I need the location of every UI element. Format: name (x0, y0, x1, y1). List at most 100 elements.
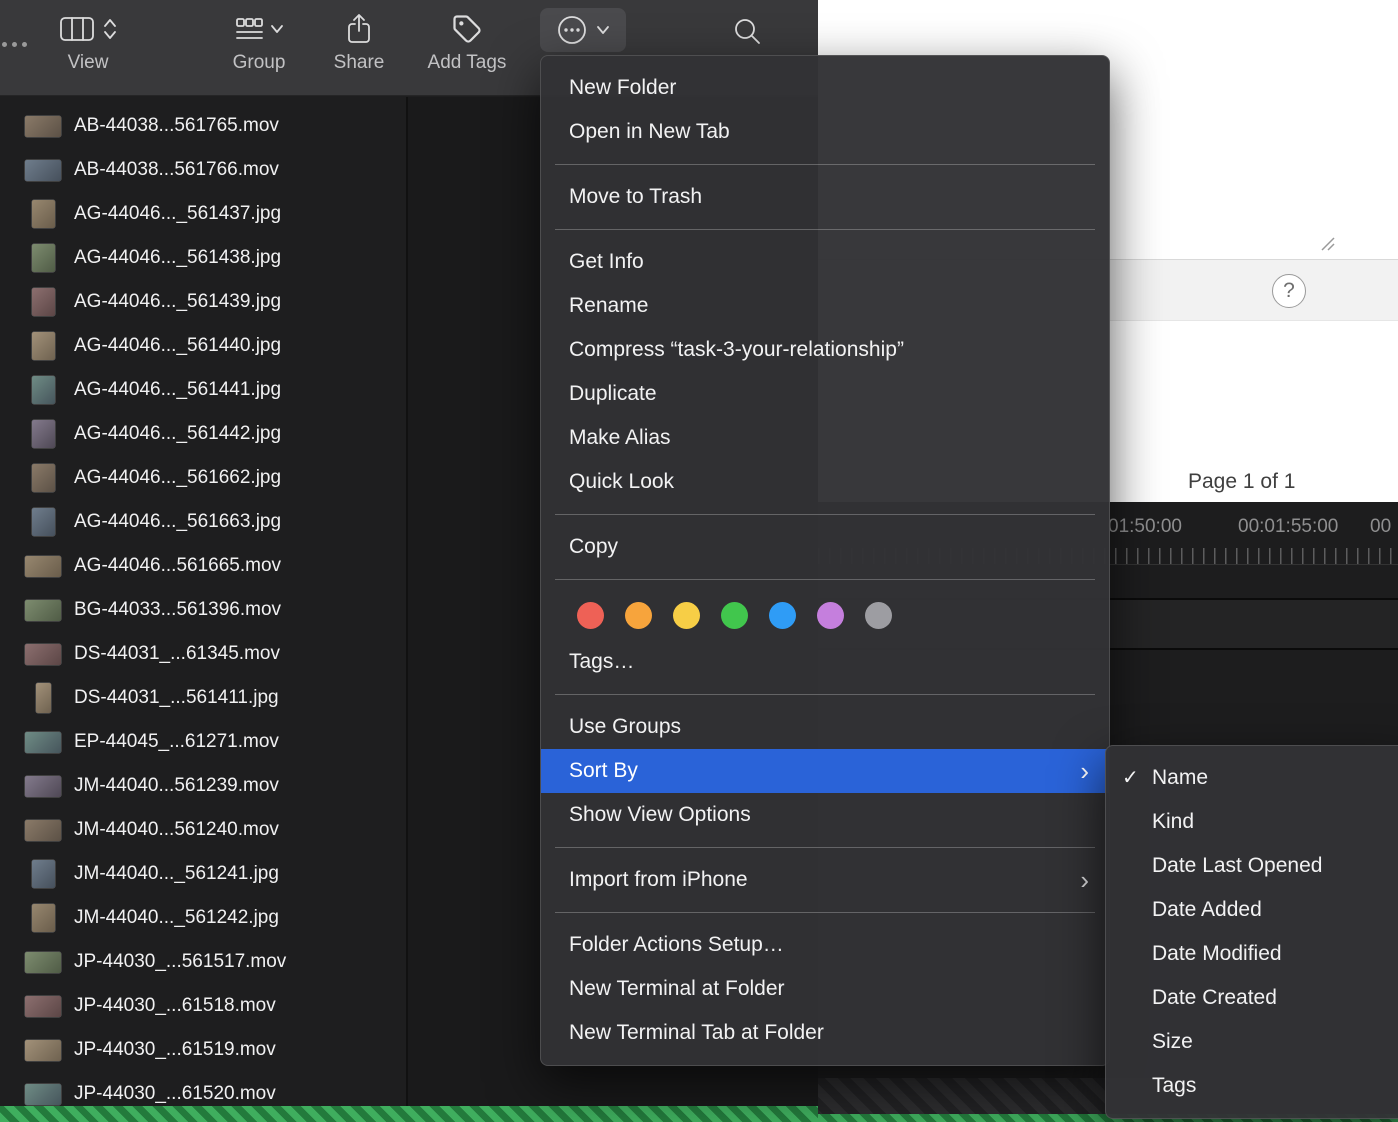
list-item[interactable]: AG-44046..._561439.jpg (0, 280, 406, 324)
submenu-item-date-added[interactable]: ✓Date Added (1106, 888, 1398, 932)
toolbar-search-button[interactable] (732, 16, 762, 51)
tag-color-purple[interactable] (817, 601, 844, 629)
menu-item-label: Show View Options (569, 803, 751, 826)
file-thumbnail-wrap (22, 683, 64, 713)
checkmark-icon: ✓ (1122, 767, 1139, 789)
submenu-item-date-created[interactable]: ✓Date Created (1106, 976, 1398, 1020)
menu-item-use-groups[interactable]: Use Groups (541, 705, 1109, 749)
list-item[interactable]: JP-44030_...61518.mov (0, 984, 406, 1028)
page-indicator: Page 1 of 1 (1188, 470, 1296, 493)
menu-item-make-alias[interactable]: Make Alias (541, 416, 1109, 460)
file-name: DS-44031_...561411.jpg (74, 687, 279, 708)
file-thumbnail (25, 599, 61, 621)
file-name: JM-44040..._561241.jpg (74, 863, 279, 884)
overflow-dots-icon[interactable] (2, 42, 27, 47)
list-item[interactable]: JM-44040..._561242.jpg (0, 896, 406, 940)
menu-item-label: Move to Trash (569, 185, 703, 208)
menu-item-duplicate[interactable]: Duplicate (541, 372, 1109, 416)
tag-color-green[interactable] (721, 601, 748, 629)
tag-color-gray[interactable] (865, 601, 892, 629)
list-item[interactable]: EP-44045_...61271.mov (0, 720, 406, 764)
toolbar-view-button[interactable]: View (48, 6, 128, 74)
menu-separator (555, 164, 1095, 165)
toolbar-more-actions-button[interactable] (540, 8, 626, 52)
file-name: BG-44033...561396.mov (74, 599, 282, 620)
submenu-item-date-last-opened[interactable]: ✓Date Last Opened (1106, 844, 1398, 888)
help-button[interactable]: ? (1272, 274, 1306, 308)
list-item[interactable]: AG-44046..._561437.jpg (0, 192, 406, 236)
list-item[interactable]: DS-44031_...61345.mov (0, 632, 406, 676)
list-item[interactable]: JP-44030_...561517.mov (0, 940, 406, 984)
file-thumbnail (25, 731, 61, 753)
list-item[interactable]: AG-44046..._561440.jpg (0, 324, 406, 368)
menu-item-compress-task-3-your-relationship[interactable]: Compress “task-3-your-relationship” (541, 328, 1109, 372)
toolbar-share-button[interactable]: Share (319, 6, 399, 74)
menu-item-open-in-new-tab[interactable]: Open in New Tab (541, 110, 1109, 154)
resize-corner-icon[interactable] (1318, 236, 1336, 252)
list-item[interactable]: BG-44033...561396.mov (0, 588, 406, 632)
toolbar-add-tags-button[interactable]: Add Tags (412, 6, 522, 74)
menu-item-get-info[interactable]: Get Info (541, 240, 1109, 284)
tag-icon (453, 15, 481, 43)
list-item[interactable]: JM-44040...561240.mov (0, 808, 406, 852)
menu-item-tags[interactable]: Tags… (541, 640, 1109, 684)
submenu-item-name[interactable]: ✓ Name (1106, 756, 1398, 800)
submenu-item-tags[interactable]: ✓Tags (1106, 1064, 1398, 1108)
file-thumbnail-wrap (22, 904, 64, 932)
file-thumbnail-wrap (22, 951, 64, 973)
list-item[interactable]: JP-44030_...61519.mov (0, 1028, 406, 1072)
file-name: JP-44030_...61520.mov (74, 1083, 276, 1104)
menu-item-sort-by[interactable]: Sort By › (541, 749, 1109, 793)
tag-color-red[interactable] (577, 601, 604, 629)
list-item[interactable]: JM-44040..._561241.jpg (0, 852, 406, 896)
menu-item-move-to-trash[interactable]: Move to Trash (541, 175, 1109, 219)
list-item[interactable]: AG-44046..._561441.jpg (0, 368, 406, 412)
submenu-arrow-icon: › (1080, 865, 1089, 895)
submenu-item-size[interactable]: ✓Size (1106, 1020, 1398, 1064)
file-thumbnail (31, 332, 55, 360)
file-thumbnail (31, 200, 55, 228)
file-name: AG-44046..._561438.jpg (74, 247, 282, 268)
tag-color-row (541, 590, 1109, 640)
menu-item-new-terminal-at-folder[interactable]: New Terminal at Folder (541, 967, 1109, 1011)
menu-item-label: Compress “task-3-your-relationship” (569, 338, 904, 361)
list-item[interactable]: JM-44040...561239.mov (0, 764, 406, 808)
menu-item-rename[interactable]: Rename (541, 284, 1109, 328)
menu-separator (555, 514, 1095, 515)
list-item[interactable]: AG-44046..._561438.jpg (0, 236, 406, 280)
list-item[interactable]: JP-44030_...61520.mov (0, 1072, 406, 1106)
list-item[interactable]: DS-44031_...561411.jpg (0, 676, 406, 720)
list-item[interactable]: AG-44046..._561662.jpg (0, 456, 406, 500)
list-item[interactable]: AB-44038...561766.mov (0, 148, 406, 192)
menu-item-label: Folder Actions Setup… (569, 933, 784, 956)
menu-item-quick-look[interactable]: Quick Look (541, 460, 1109, 504)
menu-item-copy[interactable]: Copy (541, 525, 1109, 569)
list-item[interactable]: AG-44046...561665.mov (0, 544, 406, 588)
submenu-item-kind[interactable]: ✓Kind (1106, 800, 1398, 844)
list-item[interactable]: AG-44046..._561663.jpg (0, 500, 406, 544)
tag-color-blue[interactable] (769, 601, 796, 629)
timecode-label: 00:01:55:00 (1238, 516, 1339, 537)
file-thumbnail-wrap (22, 731, 64, 753)
menu-item-import-from-iphone[interactable]: Import from iPhone › (541, 858, 1109, 902)
toolbar-group-button[interactable]: Group (215, 6, 303, 74)
menu-item-new-folder[interactable]: New Folder (541, 66, 1109, 110)
toolbar-view-label: View (67, 52, 109, 73)
menu-item-show-view-options[interactable]: Show View Options (541, 793, 1109, 837)
file-name: AG-44046..._561662.jpg (74, 467, 282, 488)
menu-separator (555, 847, 1095, 848)
ellipsis-circle-icon (558, 16, 586, 44)
chevron-down-icon (597, 26, 609, 34)
file-thumbnail-wrap (22, 508, 64, 536)
list-item[interactable]: AG-44046..._561442.jpg (0, 412, 406, 456)
menu-item-new-terminal-tab-at-folder[interactable]: New Terminal Tab at Folder (541, 1011, 1109, 1055)
submenu-item-date-modified[interactable]: ✓Date Modified (1106, 932, 1398, 976)
menu-item-folder-actions-setup[interactable]: Folder Actions Setup… (541, 923, 1109, 967)
submenu-item-label: Date Created (1152, 986, 1277, 1009)
file-thumbnail-wrap (22, 599, 64, 621)
tag-color-yellow[interactable] (673, 601, 700, 629)
tag-color-orange[interactable] (625, 601, 652, 629)
file-thumbnail (31, 508, 55, 536)
submenu-item-label: Size (1152, 1030, 1193, 1053)
list-item[interactable]: AB-44038...561765.mov (0, 104, 406, 148)
